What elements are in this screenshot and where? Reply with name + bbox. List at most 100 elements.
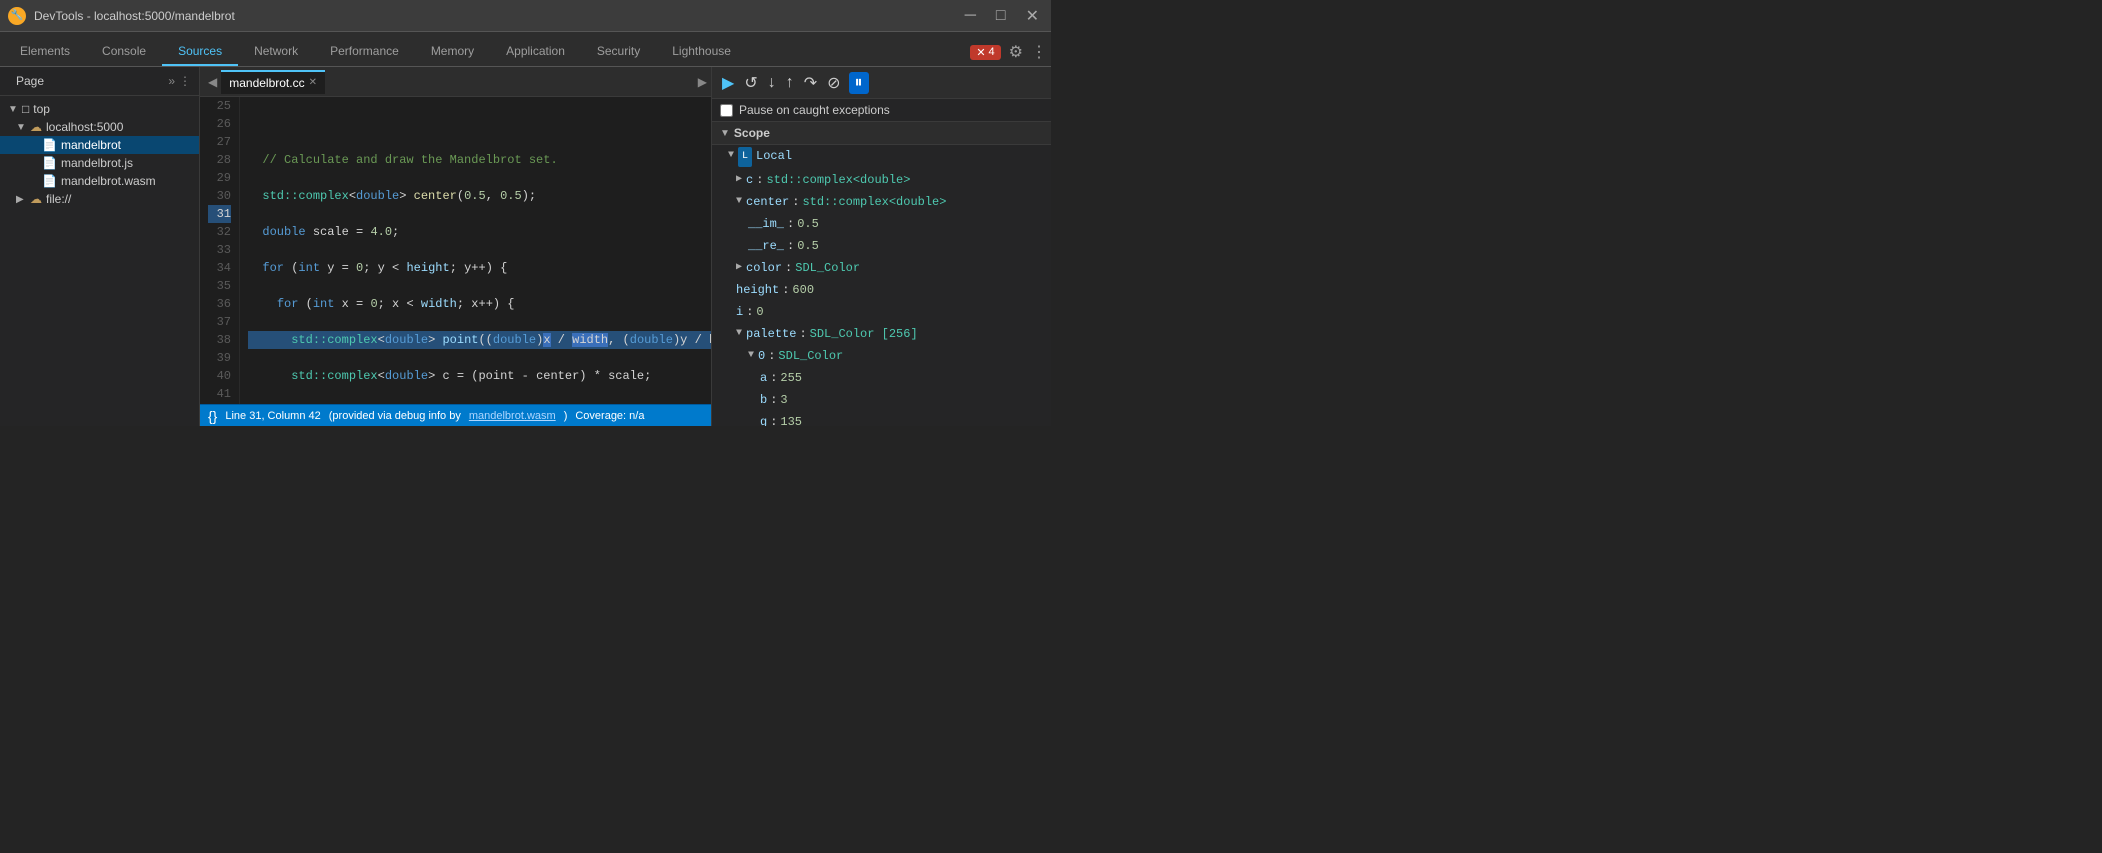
chevron-file: ▶	[16, 194, 26, 205]
tree-item-mandelbrot-wasm[interactable]: 📄 mandelbrot.wasm	[0, 172, 199, 190]
tab-memory[interactable]: Memory	[415, 38, 490, 66]
height-val: 600	[792, 281, 814, 299]
devtools-icon: 🔧	[8, 7, 26, 25]
spacer-3	[28, 176, 38, 187]
tab-performance[interactable]: Performance	[314, 38, 415, 66]
code-line-25	[248, 115, 711, 133]
pause-button[interactable]: ⏸	[849, 72, 869, 94]
c-toggle[interactable]: ▶	[736, 171, 742, 189]
right-panel: ▶ ↺ ↓ ↑ ↷ ⊘ ⏸ Pause on caught exceptions…	[711, 67, 1051, 426]
tree-label-mandelbrot-wasm: mandelbrot.wasm	[61, 174, 156, 188]
palette-toggle[interactable]: ▼	[736, 325, 742, 343]
tab-elements[interactable]: Elements	[4, 38, 86, 66]
format-button[interactable]: {}	[208, 408, 217, 424]
scope-im: __im_ : 0.5	[712, 213, 1051, 235]
scope-b: b : 3	[712, 389, 1051, 411]
code-container: 25 26 27 28 29 30 31 32 33 34 35 36 37 3…	[200, 97, 711, 404]
tree-item-mandelbrot-cc[interactable]: 📄 mandelbrot	[0, 136, 199, 154]
folder-icon-top: □	[22, 102, 29, 116]
tree-label-mandelbrot-js: mandelbrot.js	[61, 156, 133, 170]
tree-label-localhost: localhost:5000	[46, 120, 123, 134]
scope-center[interactable]: ▼ center : std::complex<double>	[712, 191, 1051, 213]
palette-val: SDL_Color [256]	[810, 325, 918, 343]
re-val: 0.5	[797, 237, 819, 255]
tree-item-mandelbrot-js[interactable]: 📄 mandelbrot.js	[0, 154, 199, 172]
tab-sources[interactable]: Sources	[162, 38, 238, 66]
palette-0-toggle[interactable]: ▼	[748, 347, 754, 365]
tree-item-localhost[interactable]: ▼ ☁ localhost:5000	[0, 118, 199, 136]
code-line-32: std::complex<double> c = (point - center…	[248, 367, 711, 385]
scope-title: Scope	[734, 126, 770, 140]
line-numbers: 25 26 27 28 29 30 31 32 33 34 35 36 37 3…	[200, 97, 240, 404]
scope-local-header[interactable]: ▼ L Local	[712, 145, 1051, 169]
tab-security[interactable]: Security	[581, 38, 656, 66]
tree-item-top[interactable]: ▼ □ top	[0, 100, 199, 118]
spacer-2	[28, 158, 38, 169]
spacer-1	[28, 140, 38, 151]
re-key: __re_	[748, 237, 784, 255]
editor-scroll-right[interactable]: ▶	[698, 75, 707, 89]
c-val: std::complex<double>	[766, 171, 910, 189]
titlebar: 🔧 DevTools - localhost:5000/mandelbrot ─…	[0, 0, 1051, 32]
tab-nav-back[interactable]: ◀	[204, 73, 221, 91]
sidebar-tab-page[interactable]: Page	[8, 71, 52, 91]
resume-button[interactable]: ▶	[720, 71, 736, 95]
tab-lighthouse[interactable]: Lighthouse	[656, 38, 747, 66]
scope-palette[interactable]: ▼ palette : SDL_Color [256]	[712, 323, 1051, 345]
code-line-26: // Calculate and draw the Mandelbrot set…	[248, 151, 711, 169]
step-out-button[interactable]: ↑	[784, 72, 796, 94]
tab-console[interactable]: Console	[86, 38, 162, 66]
scope-c[interactable]: ▶ c : std::complex<double>	[712, 169, 1051, 191]
maximize-button[interactable]: □	[992, 5, 1010, 27]
sidebar-header: Page » ⋮	[0, 67, 199, 96]
local-badge: L	[738, 147, 752, 167]
local-toggle[interactable]: ▼	[728, 147, 734, 165]
deactivate-button[interactable]: ⊘	[825, 71, 842, 95]
b-key: b	[760, 391, 767, 409]
wasm-link[interactable]: mandelbrot.wasm	[469, 410, 556, 422]
editor-tabs: ◀ mandelbrot.cc ✕ ▶	[200, 67, 711, 97]
code-scroll[interactable]: 25 26 27 28 29 30 31 32 33 34 35 36 37 3…	[200, 97, 711, 404]
coverage-text: Coverage: n/a	[575, 410, 644, 422]
center-val: std::complex<double>	[802, 193, 946, 211]
file-icon-wasm: 📄	[42, 174, 57, 188]
scope-section-header[interactable]: ▼ Scope	[712, 122, 1051, 145]
center-key: center	[746, 193, 789, 211]
line-column: Line 31, Column 42	[225, 410, 320, 422]
cloud-icon-localhost: ☁	[30, 120, 42, 134]
tab-network[interactable]: Network	[238, 38, 314, 66]
sidebar-kebab-icon[interactable]: ⋮	[179, 74, 191, 88]
pause-exceptions-checkbox[interactable]	[720, 104, 733, 117]
tree-label-mandelbrot-cc: mandelbrot	[61, 138, 121, 152]
color-toggle[interactable]: ▶	[736, 259, 742, 277]
nav-right: ✕ 4 ⚙ ⋮	[970, 42, 1047, 66]
more-button[interactable]: ⋮	[1031, 42, 1047, 62]
editor-tab-mandelbrot-cc[interactable]: mandelbrot.cc ✕	[221, 70, 325, 94]
center-toggle[interactable]: ▼	[736, 193, 742, 211]
cloud-icon-file: ☁	[30, 192, 42, 206]
step-over-button[interactable]: ↺	[742, 71, 759, 95]
error-badge[interactable]: ✕ 4	[970, 45, 1000, 60]
height-key: height	[736, 281, 779, 299]
sidebar-more-icon[interactable]: »	[168, 74, 175, 88]
tab-application[interactable]: Application	[490, 38, 581, 66]
scope-palette-0[interactable]: ▼ 0 : SDL_Color	[712, 345, 1051, 367]
settings-button[interactable]: ⚙	[1009, 42, 1023, 62]
palette-0-val: SDL_Color	[778, 347, 843, 365]
step-button[interactable]: ↷	[802, 71, 819, 95]
i-key: i	[736, 303, 743, 321]
chevron-top: ▼	[8, 104, 18, 115]
scope-chevron: ▼	[720, 128, 730, 139]
scope-color[interactable]: ▶ color : SDL_Color	[712, 257, 1051, 279]
code-line-27: std::complex<double> center(0.5, 0.5);	[248, 187, 711, 205]
c-key: c	[746, 171, 753, 189]
close-button[interactable]: ✕	[1022, 4, 1043, 28]
chevron-localhost: ▼	[16, 122, 26, 133]
tree-item-file[interactable]: ▶ ☁ file://	[0, 190, 199, 208]
code-lines[interactable]: // Calculate and draw the Mandelbrot set…	[240, 97, 711, 404]
step-into-button[interactable]: ↓	[766, 72, 778, 94]
window-controls: ─ □ ✕	[961, 4, 1043, 28]
minimize-button[interactable]: ─	[961, 5, 980, 27]
tree-label-top: top	[33, 102, 50, 116]
tab-close-button[interactable]: ✕	[309, 77, 317, 88]
